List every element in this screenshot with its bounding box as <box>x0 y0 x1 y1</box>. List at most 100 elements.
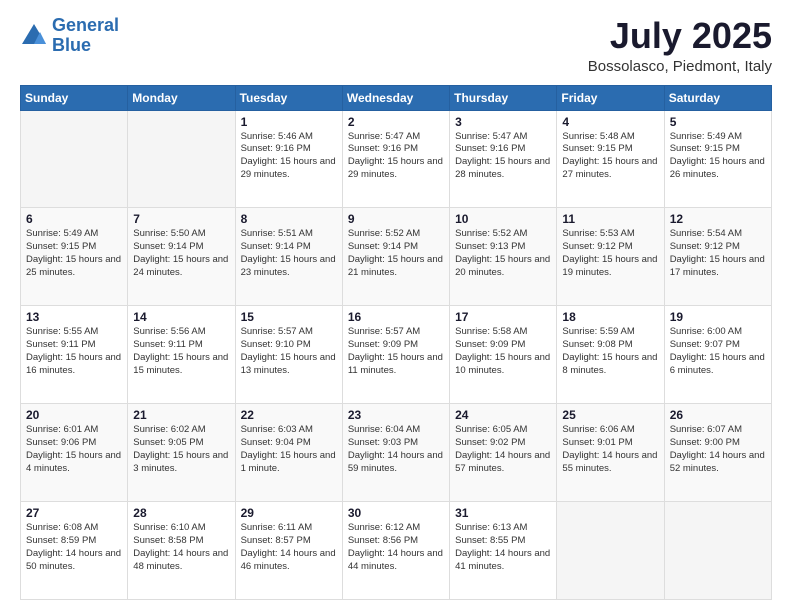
calendar-cell-w2-d3: 9 Sunrise: 5:52 AMSunset: 9:14 PMDaylight… <box>342 208 449 306</box>
day-detail: Sunrise: 5:46 AMSunset: 9:16 PMDaylight:… <box>241 131 337 182</box>
week-row-4: 20Sunrise: 6:01 AMSunset: 9:06 PMDayligh… <box>21 404 772 502</box>
day-number: 30 <box>348 506 444 520</box>
day-detail: Sunrise: 5:53 AMSunset: 9:12 PMDaylight:… <box>562 228 658 279</box>
day-number: 24 <box>455 408 551 422</box>
calendar-cell-w4-d5: 25 Sunrise: 6:06 AMSunset: 9:01 PMDayligh… <box>557 404 664 502</box>
day-detail: Sunrise: 5:59 AMSunset: 9:08 PMDaylight:… <box>562 326 658 377</box>
calendar-cell-w5-d3: 30Sunrise: 6:12 AMSunset: 8:56 PMDayligh… <box>342 502 449 600</box>
subtitle: Bossolasco, Piedmont, Italy <box>588 58 772 75</box>
calendar-cell-w3-d1: 14 Sunrise: 5:56 AMSunset: 9:11 PMDayligh… <box>128 306 235 404</box>
calendar-cell-w1-d1 <box>128 110 235 208</box>
day-number: 18 <box>562 310 658 324</box>
day-number: 5 <box>670 115 766 129</box>
day-number: 6 <box>26 212 122 226</box>
day-detail: Sunrise: 5:58 AMSunset: 9:09 PMDaylight:… <box>455 326 551 377</box>
day-number: 17 <box>455 310 551 324</box>
day-number: 16 <box>348 310 444 324</box>
day-detail: Sunrise: 6:00 AMSunset: 9:07 PMDaylight:… <box>670 326 766 377</box>
calendar-cell-w5-d0: 27 Sunrise: 6:08 AMSunset: 8:59 PMDayligh… <box>21 502 128 600</box>
calendar-cell-w3-d0: 13Sunrise: 5:55 AMSunset: 9:11 PMDayligh… <box>21 306 128 404</box>
day-detail: Sunrise: 6:13 AMSunset: 8:55 PMDaylight:… <box>455 522 551 573</box>
day-detail: Sunrise: 6:03 AMSunset: 9:04 PMDaylight:… <box>241 424 337 475</box>
col-saturday: Saturday <box>664 85 771 110</box>
day-number: 29 <box>241 506 337 520</box>
calendar-cell-w4-d2: 22Sunrise: 6:03 AMSunset: 9:04 PMDayligh… <box>235 404 342 502</box>
title-block: July 2025 Bossolasco, Piedmont, Italy <box>588 16 772 75</box>
calendar-cell-w4-d6: 26Sunrise: 6:07 AMSunset: 9:00 PMDayligh… <box>664 404 771 502</box>
day-number: 15 <box>241 310 337 324</box>
week-row-3: 13Sunrise: 5:55 AMSunset: 9:11 PMDayligh… <box>21 306 772 404</box>
calendar-cell-w1-d2: 1 Sunrise: 5:46 AMSunset: 9:16 PMDaylight… <box>235 110 342 208</box>
header: General Blue July 2025 Bossolasco, Piedm… <box>20 16 772 75</box>
day-detail: Sunrise: 5:57 AMSunset: 9:09 PMDaylight:… <box>348 326 444 377</box>
day-number: 25 <box>562 408 658 422</box>
day-number: 26 <box>670 408 766 422</box>
day-number: 13 <box>26 310 122 324</box>
day-detail: Sunrise: 5:47 AMSunset: 9:16 PMDaylight:… <box>455 131 551 182</box>
day-detail: Sunrise: 6:02 AMSunset: 9:05 PMDaylight:… <box>133 424 229 475</box>
day-number: 12 <box>670 212 766 226</box>
calendar-cell-w4-d0: 20Sunrise: 6:01 AMSunset: 9:06 PMDayligh… <box>21 404 128 502</box>
day-detail: Sunrise: 5:52 AMSunset: 9:14 PMDaylight:… <box>348 228 444 279</box>
day-number: 28 <box>133 506 229 520</box>
calendar-cell-w5-d1: 28 Sunrise: 6:10 AMSunset: 8:58 PMDayligh… <box>128 502 235 600</box>
day-number: 27 <box>26 506 122 520</box>
day-number: 7 <box>133 212 229 226</box>
day-number: 10 <box>455 212 551 226</box>
day-detail: Sunrise: 6:11 AMSunset: 8:57 PMDaylight:… <box>241 522 337 573</box>
day-detail: Sunrise: 5:48 AMSunset: 9:15 PMDaylight:… <box>562 131 658 182</box>
day-number: 21 <box>133 408 229 422</box>
day-number: 9 <box>348 212 444 226</box>
logo-text: General Blue <box>52 16 119 56</box>
day-number: 19 <box>670 310 766 324</box>
day-number: 11 <box>562 212 658 226</box>
calendar-cell-w2-d4: 10 Sunrise: 5:52 AMSunset: 9:13 PMDayligh… <box>450 208 557 306</box>
col-thursday: Thursday <box>450 85 557 110</box>
day-detail: Sunrise: 5:51 AMSunset: 9:14 PMDaylight:… <box>241 228 337 279</box>
col-monday: Monday <box>128 85 235 110</box>
day-detail: Sunrise: 5:57 AMSunset: 9:10 PMDaylight:… <box>241 326 337 377</box>
logo-icon <box>20 22 48 50</box>
calendar-cell-w1-d4: 3 Sunrise: 5:47 AMSunset: 9:16 PMDaylight… <box>450 110 557 208</box>
day-number: 23 <box>348 408 444 422</box>
logo: General Blue <box>20 16 119 56</box>
calendar-cell-w3-d4: 17 Sunrise: 5:58 AMSunset: 9:09 PMDayligh… <box>450 306 557 404</box>
day-detail: Sunrise: 5:49 AMSunset: 9:15 PMDaylight:… <box>26 228 122 279</box>
calendar-cell-w1-d5: 4Sunrise: 5:48 AMSunset: 9:15 PMDaylight… <box>557 110 664 208</box>
day-detail: Sunrise: 5:56 AMSunset: 9:11 PMDaylight:… <box>133 326 229 377</box>
calendar-cell-w2-d1: 7 Sunrise: 5:50 AMSunset: 9:14 PMDaylight… <box>128 208 235 306</box>
day-detail: Sunrise: 5:50 AMSunset: 9:14 PMDaylight:… <box>133 228 229 279</box>
day-detail: Sunrise: 5:49 AMSunset: 9:15 PMDaylight:… <box>670 131 766 182</box>
day-detail: Sunrise: 6:08 AMSunset: 8:59 PMDaylight:… <box>26 522 122 573</box>
day-number: 3 <box>455 115 551 129</box>
day-detail: Sunrise: 6:04 AMSunset: 9:03 PMDaylight:… <box>348 424 444 475</box>
col-wednesday: Wednesday <box>342 85 449 110</box>
day-detail: Sunrise: 6:01 AMSunset: 9:06 PMDaylight:… <box>26 424 122 475</box>
col-sunday: Sunday <box>21 85 128 110</box>
day-number: 1 <box>241 115 337 129</box>
calendar-cell-w5-d5 <box>557 502 664 600</box>
calendar-cell-w3-d2: 15 Sunrise: 5:57 AMSunset: 9:10 PMDayligh… <box>235 306 342 404</box>
day-detail: Sunrise: 6:06 AMSunset: 9:01 PMDaylight:… <box>562 424 658 475</box>
day-detail: Sunrise: 5:54 AMSunset: 9:12 PMDaylight:… <box>670 228 766 279</box>
week-row-1: 1 Sunrise: 5:46 AMSunset: 9:16 PMDaylight… <box>21 110 772 208</box>
calendar-cell-w5-d6 <box>664 502 771 600</box>
calendar-cell-w4-d3: 23 Sunrise: 6:04 AMSunset: 9:03 PMDayligh… <box>342 404 449 502</box>
calendar-cell-w3-d3: 16 Sunrise: 5:57 AMSunset: 9:09 PMDayligh… <box>342 306 449 404</box>
calendar-cell-w2-d0: 6 Sunrise: 5:49 AMSunset: 9:15 PMDaylight… <box>21 208 128 306</box>
calendar-cell-w3-d6: 19 Sunrise: 6:00 AMSunset: 9:07 PMDayligh… <box>664 306 771 404</box>
day-number: 2 <box>348 115 444 129</box>
calendar-cell-w2-d6: 12 Sunrise: 5:54 AMSunset: 9:12 PMDayligh… <box>664 208 771 306</box>
week-row-5: 27 Sunrise: 6:08 AMSunset: 8:59 PMDayligh… <box>21 502 772 600</box>
calendar-cell-w5-d4: 31Sunrise: 6:13 AMSunset: 8:55 PMDayligh… <box>450 502 557 600</box>
day-detail: Sunrise: 6:10 AMSunset: 8:58 PMDaylight:… <box>133 522 229 573</box>
col-tuesday: Tuesday <box>235 85 342 110</box>
col-friday: Friday <box>557 85 664 110</box>
day-detail: Sunrise: 5:47 AMSunset: 9:16 PMDaylight:… <box>348 131 444 182</box>
main-title: July 2025 <box>588 16 772 56</box>
day-detail: Sunrise: 6:05 AMSunset: 9:02 PMDaylight:… <box>455 424 551 475</box>
calendar-cell-w2-d2: 8Sunrise: 5:51 AMSunset: 9:14 PMDaylight… <box>235 208 342 306</box>
calendar-cell-w2-d5: 11 Sunrise: 5:53 AMSunset: 9:12 PMDayligh… <box>557 208 664 306</box>
day-number: 14 <box>133 310 229 324</box>
day-detail: Sunrise: 5:52 AMSunset: 9:13 PMDaylight:… <box>455 228 551 279</box>
